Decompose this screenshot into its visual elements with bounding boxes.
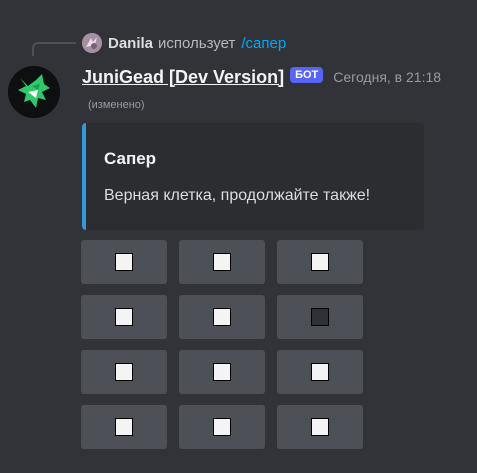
board-cell-button[interactable] — [277, 295, 363, 339]
board-cell-button[interactable] — [179, 295, 265, 339]
bot-message: Danila использует /сапер JuniGead [Dev V… — [0, 0, 477, 473]
reply-username[interactable]: Danila — [108, 35, 153, 52]
white-square-icon — [213, 418, 231, 436]
minesweeper-board — [81, 240, 363, 449]
board-cell-button[interactable] — [277, 240, 363, 284]
white-square-icon — [213, 253, 231, 271]
message-timestamp: Сегодня, в 21:18 — [333, 69, 442, 85]
board-cell-button[interactable] — [179, 350, 265, 394]
revealed-square-icon — [311, 308, 329, 326]
embed-title: Сапер — [104, 149, 157, 168]
reply-context[interactable]: Danila использует /сапер — [82, 32, 286, 54]
board-cell-button[interactable] — [179, 240, 265, 284]
board-cell-button[interactable] — [81, 350, 167, 394]
board-cell-button[interactable] — [81, 295, 167, 339]
white-square-icon — [115, 363, 133, 381]
reply-verb: использует — [158, 34, 236, 52]
board-cell-button[interactable] — [277, 405, 363, 449]
embed-description: Верная клетка, продолжайте также! — [104, 187, 371, 204]
white-square-icon — [311, 418, 329, 436]
white-square-icon — [213, 308, 231, 326]
white-square-icon — [311, 363, 329, 381]
bot-badge: БОТ — [290, 67, 324, 83]
message-header: JuniGead [Dev Version] БОТ Сегодня, в 21… — [82, 64, 441, 90]
board-cell-button[interactable] — [277, 350, 363, 394]
white-square-icon — [115, 253, 133, 271]
slash-command-link[interactable]: /сапер — [241, 35, 286, 52]
board-cell-button[interactable] — [179, 405, 265, 449]
board-cell-button[interactable] — [81, 405, 167, 449]
embed: Сапер Верная клетка, продолжайте также! — [82, 123, 424, 230]
board-cell-button[interactable] — [81, 240, 167, 284]
white-square-icon — [213, 363, 231, 381]
white-square-icon — [115, 418, 133, 436]
author-name[interactable]: JuniGead [Dev Version] — [82, 67, 284, 88]
reply-connector — [32, 42, 76, 56]
bot-avatar[interactable] — [8, 66, 60, 118]
reply-user-avatar[interactable] — [82, 33, 102, 53]
white-square-icon — [115, 308, 133, 326]
embed-accent-bar — [82, 123, 86, 230]
white-square-icon — [311, 253, 329, 271]
edited-label: (изменено) — [88, 99, 145, 111]
